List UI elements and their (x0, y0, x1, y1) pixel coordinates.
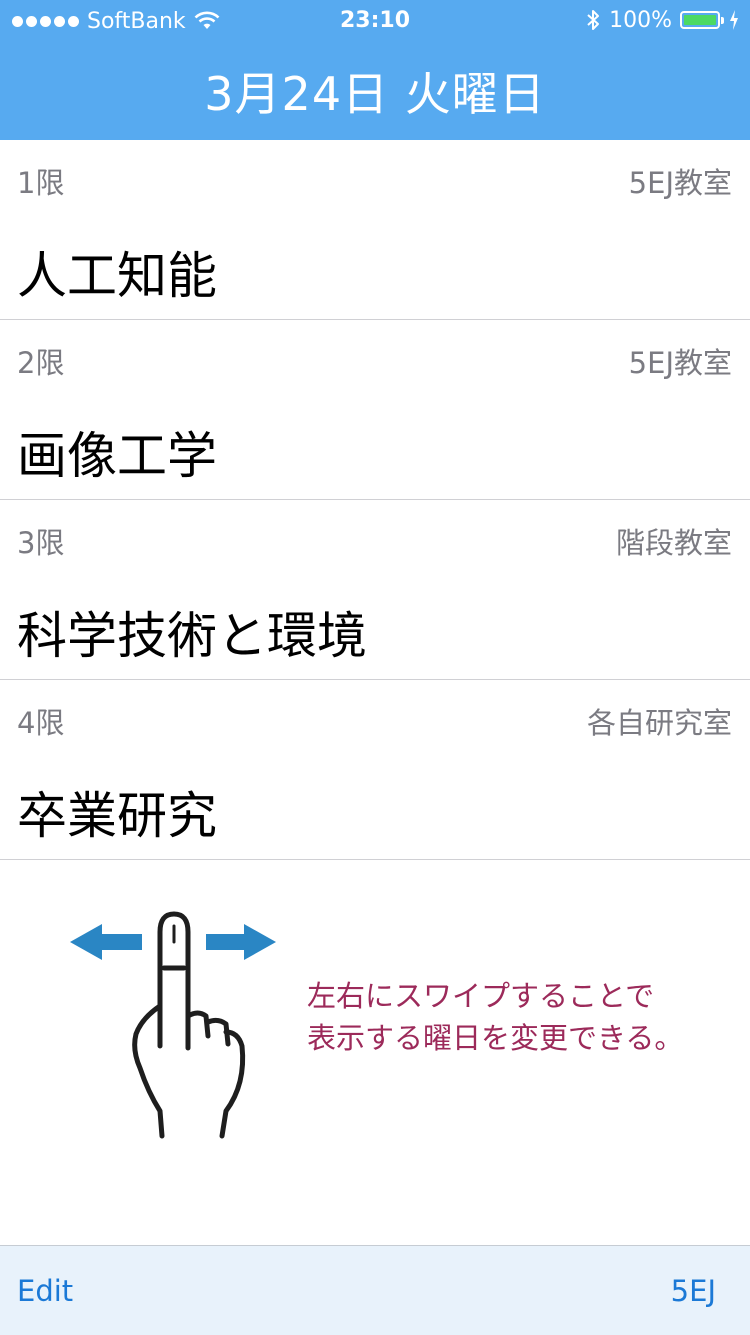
class-list: 1限 5EJ教室 人工知能 2限 5EJ教室 画像工学 3限 階段教室 科学技術… (0, 140, 750, 860)
edit-button[interactable]: Edit (17, 1274, 73, 1308)
class-row-2[interactable]: 2限 5EJ教室 画像工学 (0, 320, 750, 500)
status-bar: SoftBank 23:10 100% (0, 0, 750, 40)
class-row-4[interactable]: 4限 各自研究室 卒業研究 (0, 680, 750, 860)
arrow-right-icon (206, 924, 276, 960)
period-label: 1限 (17, 166, 65, 200)
subject-label: 卒業研究 (17, 787, 217, 845)
class-selector-button[interactable]: 5EJ (671, 1274, 716, 1308)
period-label: 2限 (17, 346, 65, 380)
class-row-1[interactable]: 1限 5EJ教室 人工知能 (0, 140, 750, 320)
header: SoftBank 23:10 100% 3月24日 火曜日 (0, 0, 750, 140)
charging-icon (730, 10, 738, 30)
swipe-illustration (62, 906, 302, 1155)
class-row-3[interactable]: 3限 階段教室 科学技術と環境 (0, 500, 750, 680)
hint-line-2: 表示する曜日を変更できる。 (307, 1021, 684, 1055)
bluetooth-icon (587, 10, 600, 30)
period-label: 3限 (17, 526, 65, 560)
hint-line-1: 左右にスワイプすることで (307, 979, 655, 1013)
battery-percent: 100% (609, 7, 672, 33)
room-label: 5EJ教室 (628, 166, 732, 200)
battery-level (684, 15, 716, 25)
battery-icon (680, 11, 724, 29)
bottom-toolbar: Edit 5EJ (0, 1245, 750, 1335)
subject-label: 科学技術と環境 (17, 607, 367, 665)
page-title: 3月24日 火曜日 (204, 67, 546, 121)
room-label: 階段教室 (615, 526, 732, 560)
arrow-left-icon (70, 924, 142, 960)
period-label: 4限 (17, 706, 65, 740)
subject-label: 画像工学 (17, 427, 217, 485)
status-right: 100% (585, 6, 740, 34)
swipe-hint: 左右にスワイプすることで 表示する曜日を変更できる。 (0, 860, 750, 1245)
subject-label: 人工知能 (17, 247, 217, 305)
room-label: 各自研究室 (586, 706, 732, 740)
room-label: 5EJ教室 (628, 346, 732, 380)
swipe-hint-text: 左右にスワイプすることで 表示する曜日を変更できる。 (307, 975, 683, 1059)
